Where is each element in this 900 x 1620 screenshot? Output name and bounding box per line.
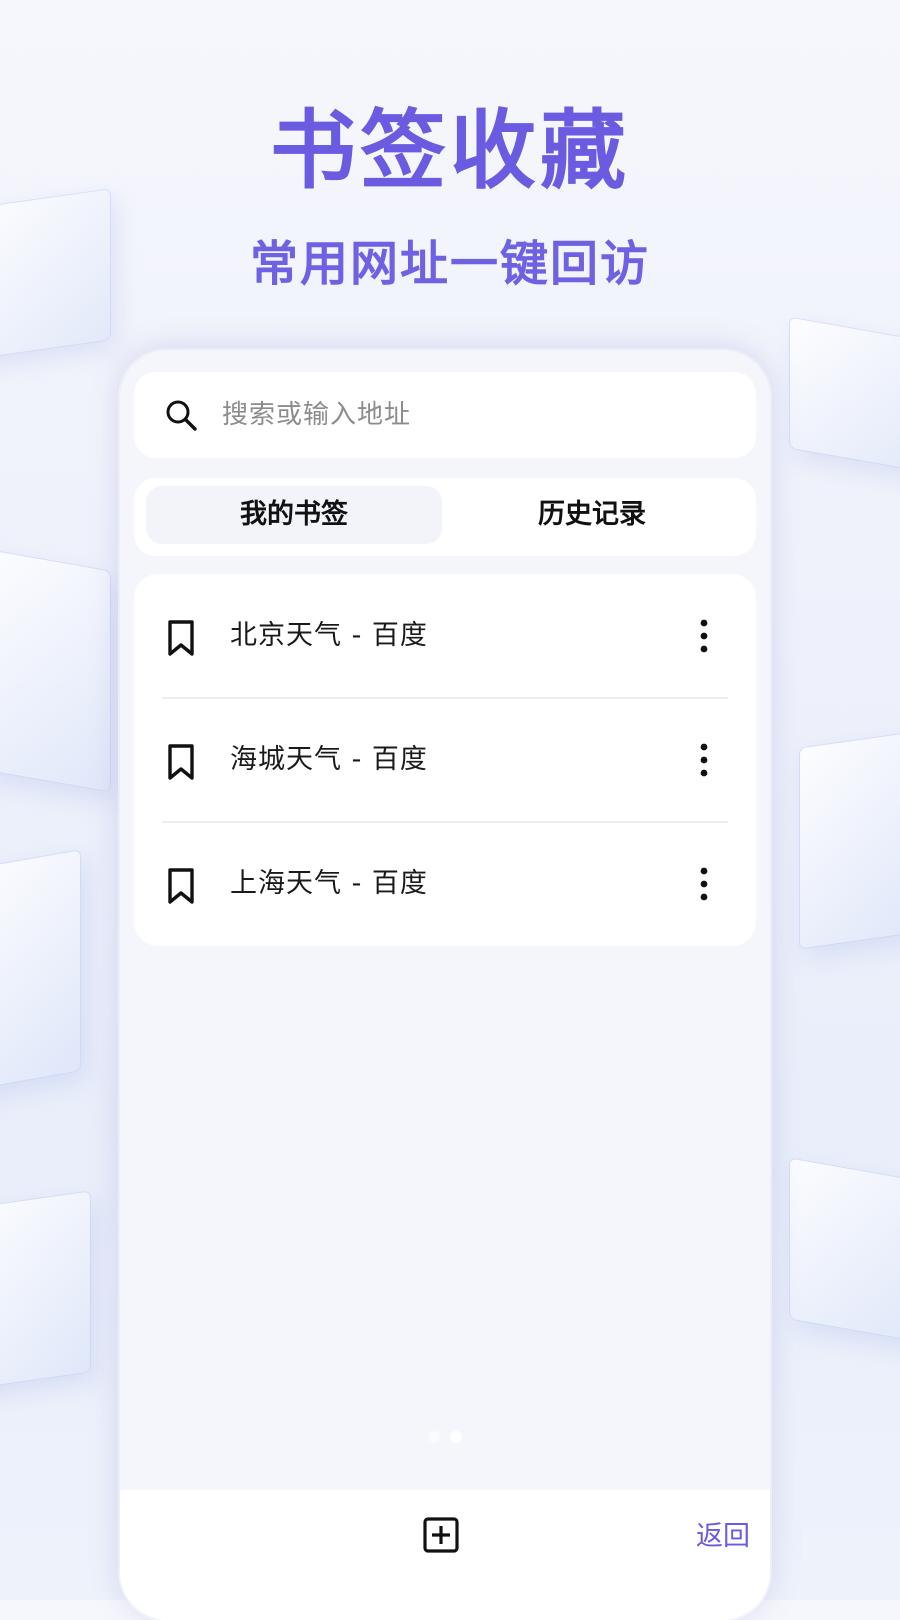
add-square-icon[interactable] (422, 1516, 460, 1554)
bookmark-title: 海城天气 - 百度 (230, 744, 428, 775)
bottom-toolbar: 返回 (120, 1490, 770, 1620)
bookmark-title: 北京天气 - 百度 (230, 620, 428, 651)
bookmark-title: 上海天气 - 百度 (230, 868, 428, 899)
bookmark-icon (168, 744, 194, 780)
list-item[interactable]: 北京天气 - 百度 (134, 574, 756, 698)
background-glass-block (800, 731, 900, 949)
hero-subtitle: 常用网址一键回访 (249, 236, 650, 292)
search-icon (166, 400, 197, 431)
phone-frame: 搜索或输入地址 我的书签 历史记录 北京天气 - 百度 海城天气 - 百度 上海… (120, 350, 770, 1620)
search-bar[interactable]: 搜索或输入地址 (134, 372, 756, 458)
background-glass-block (790, 317, 900, 473)
background-glass-block (0, 548, 110, 792)
list-item[interactable]: 海城天气 - 百度 (134, 698, 756, 822)
page-indicator-dot (428, 1431, 440, 1443)
tab-bar: 我的书签 历史记录 (134, 478, 756, 556)
tab-history[interactable]: 历史记录 (444, 486, 740, 544)
page-indicator (120, 1428, 770, 1447)
background-glass-block (790, 1158, 900, 1342)
more-options-icon[interactable] (694, 616, 714, 656)
back-button[interactable]: 返回 (696, 1514, 750, 1553)
more-options-icon[interactable] (694, 864, 714, 904)
hero-title: 书签收藏 (270, 101, 630, 201)
search-input[interactable]: 搜索或输入地址 (222, 372, 411, 458)
bookmark-icon (168, 868, 194, 904)
background-glass-block (0, 1191, 90, 1389)
bookmark-list: 北京天气 - 百度 海城天气 - 百度 上海天气 - 百度 (134, 574, 756, 946)
more-options-icon[interactable] (694, 740, 714, 780)
list-item[interactable]: 上海天气 - 百度 (134, 822, 756, 946)
page-indicator-dot-active (450, 1431, 462, 1443)
tab-my-bookmarks[interactable]: 我的书签 (146, 486, 442, 544)
background-glass-block (0, 850, 80, 1090)
bookmark-icon (168, 620, 194, 656)
